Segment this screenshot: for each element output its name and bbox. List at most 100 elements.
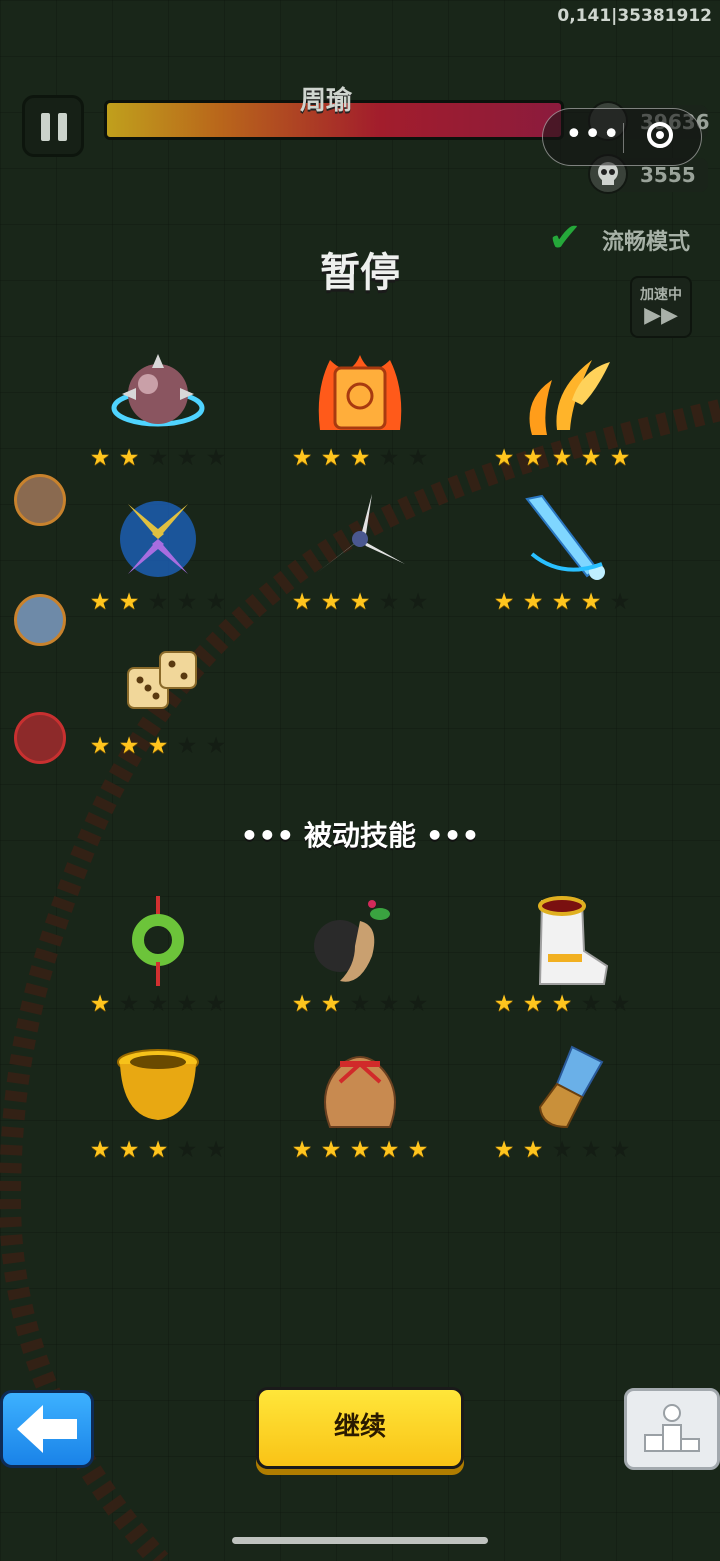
golden-dice-icon xyxy=(127,651,197,709)
ranking-button[interactable] xyxy=(624,1388,720,1470)
passive-skill-6: ★ ★ ★ ★ ★ xyxy=(482,1042,642,1172)
passive-skill-1: ★ ★ ★ ★ ★ xyxy=(78,896,238,1026)
jade-pendant-icon xyxy=(132,896,184,986)
star-filled-icon: ★ xyxy=(349,445,371,471)
header-dots-right: ••• xyxy=(425,819,480,852)
star-empty-icon: ★ xyxy=(176,1137,198,1163)
star-filled-icon: ★ xyxy=(320,445,342,471)
passive-skill-3: ★ ★ ★ ★ ★ xyxy=(482,896,642,1026)
star-filled-icon: ★ xyxy=(147,733,169,759)
skill-stars: ★ ★ ★ ★ ★ xyxy=(78,590,238,614)
skill-stars: ★ ★ ★ ★ ★ xyxy=(482,992,642,1016)
active-skill-6: ★ ★ ★ ★ ★ xyxy=(482,494,642,624)
star-filled-icon: ★ xyxy=(320,1137,342,1163)
golden-cauldron-icon xyxy=(117,1049,199,1120)
treasure-bag-icon xyxy=(324,1056,396,1128)
star-filled-icon: ★ xyxy=(493,991,515,1017)
skill-stars: ★ ★ ★ ★ ★ xyxy=(280,992,440,1016)
star-empty-icon: ★ xyxy=(378,445,400,471)
pause-title: 暂停 xyxy=(320,250,400,296)
star-empty-icon: ★ xyxy=(407,589,429,615)
star-empty-icon: ★ xyxy=(378,589,400,615)
star-filled-icon: ★ xyxy=(89,733,111,759)
more-menu-button[interactable]: ••• xyxy=(565,120,621,150)
active-skill-7: ★ ★ ★ ★ ★ xyxy=(78,638,238,768)
star-empty-icon: ★ xyxy=(176,991,198,1017)
skill-stars: ★ ★ ★ ★ ★ xyxy=(482,1138,642,1162)
continue-button[interactable]: 继续 xyxy=(256,1387,464,1469)
star-filled-icon: ★ xyxy=(118,1137,140,1163)
pause-bar-left xyxy=(41,113,50,141)
skill-stars: ★ ★ ★ ★ ★ xyxy=(482,446,642,470)
pause-bar-right xyxy=(58,113,67,141)
boss-name: 周瑜 xyxy=(300,86,353,116)
star-filled-icon: ★ xyxy=(89,991,111,1017)
star-filled-icon: ★ xyxy=(493,1137,515,1163)
star-filled-icon: ★ xyxy=(609,445,631,471)
star-empty-icon: ★ xyxy=(551,1137,573,1163)
star-filled-icon: ★ xyxy=(551,445,573,471)
star-filled-icon: ★ xyxy=(291,445,313,471)
flame-feathers-icon xyxy=(529,360,610,435)
ice-sword-icon xyxy=(525,494,605,580)
star-filled-icon: ★ xyxy=(551,991,573,1017)
header-dots-left: ••• xyxy=(240,819,295,852)
skill-stars: ★ ★ ★ ★ ★ xyxy=(280,1138,440,1162)
star-empty-icon: ★ xyxy=(205,1137,227,1163)
star-empty-icon: ★ xyxy=(147,445,169,471)
close-target-icon[interactable] xyxy=(647,122,673,148)
star-empty-icon: ★ xyxy=(407,445,429,471)
capsule-divider xyxy=(623,123,624,153)
skill-stars: ★ ★ ★ ★ ★ xyxy=(78,734,238,758)
star-empty-icon: ★ xyxy=(176,445,198,471)
star-filled-icon: ★ xyxy=(493,445,515,471)
star-empty-icon: ★ xyxy=(205,445,227,471)
star-empty-icon: ★ xyxy=(580,991,602,1017)
passive-skills-header: ••• 被动技能 ••• xyxy=(0,814,720,854)
star-empty-icon: ★ xyxy=(609,1137,631,1163)
star-filled-icon: ★ xyxy=(407,1137,429,1163)
star-empty-icon: ★ xyxy=(118,991,140,1017)
star-filled-icon: ★ xyxy=(580,589,602,615)
hero-avatar-elephant xyxy=(14,594,66,646)
star-filled-icon: ★ xyxy=(320,589,342,615)
star-filled-icon: ★ xyxy=(89,1137,111,1163)
star-empty-icon: ★ xyxy=(205,733,227,759)
star-filled-icon: ★ xyxy=(291,1137,313,1163)
back-button[interactable] xyxy=(0,1390,94,1468)
star-empty-icon: ★ xyxy=(176,589,198,615)
pause-button[interactable] xyxy=(22,95,84,157)
home-indicator xyxy=(232,1537,488,1544)
star-filled-icon: ★ xyxy=(493,589,515,615)
star-filled-icon: ★ xyxy=(118,445,140,471)
star-filled-icon: ★ xyxy=(522,445,544,471)
star-empty-icon: ★ xyxy=(609,589,631,615)
skill-stars: ★ ★ ★ ★ ★ xyxy=(78,1138,238,1162)
star-filled-icon: ★ xyxy=(378,1137,400,1163)
active-skill-3: ★ ★ ★ ★ ★ xyxy=(482,350,642,480)
star-empty-icon: ★ xyxy=(205,991,227,1017)
passive-title: 被动技能 xyxy=(303,819,416,852)
passive-skill-5: ★ ★ ★ ★ ★ xyxy=(280,1042,440,1172)
star-filled-icon: ★ xyxy=(291,991,313,1017)
star-filled-icon: ★ xyxy=(522,991,544,1017)
star-filled-icon: ★ xyxy=(522,589,544,615)
star-filled-icon: ★ xyxy=(349,1137,371,1163)
star-empty-icon: ★ xyxy=(378,991,400,1017)
active-skill-4: ★ ★ ★ ★ ★ xyxy=(78,494,238,624)
spinning-swords-icon xyxy=(120,501,196,577)
passive-skill-2: ★ ★ ★ ★ ★ xyxy=(280,896,440,1026)
star-empty-icon: ★ xyxy=(580,1137,602,1163)
boot-icon xyxy=(538,896,609,985)
skill-stars: ★ ★ ★ ★ ★ xyxy=(78,992,238,1016)
active-skill-2: ★ ★ ★ ★ ★ xyxy=(280,350,440,480)
ginseng-root-icon xyxy=(314,900,390,982)
star-filled-icon: ★ xyxy=(522,1137,544,1163)
skill-stars: ★ ★ ★ ★ ★ xyxy=(280,590,440,614)
debug-info-text: 0,141|35381912 xyxy=(557,6,712,26)
fire-scroll-icon xyxy=(318,355,402,430)
passive-skill-4: ★ ★ ★ ★ ★ xyxy=(78,1042,238,1172)
star-empty-icon: ★ xyxy=(176,733,198,759)
star-empty-icon: ★ xyxy=(407,991,429,1017)
back-arrow-icon xyxy=(17,1405,77,1453)
